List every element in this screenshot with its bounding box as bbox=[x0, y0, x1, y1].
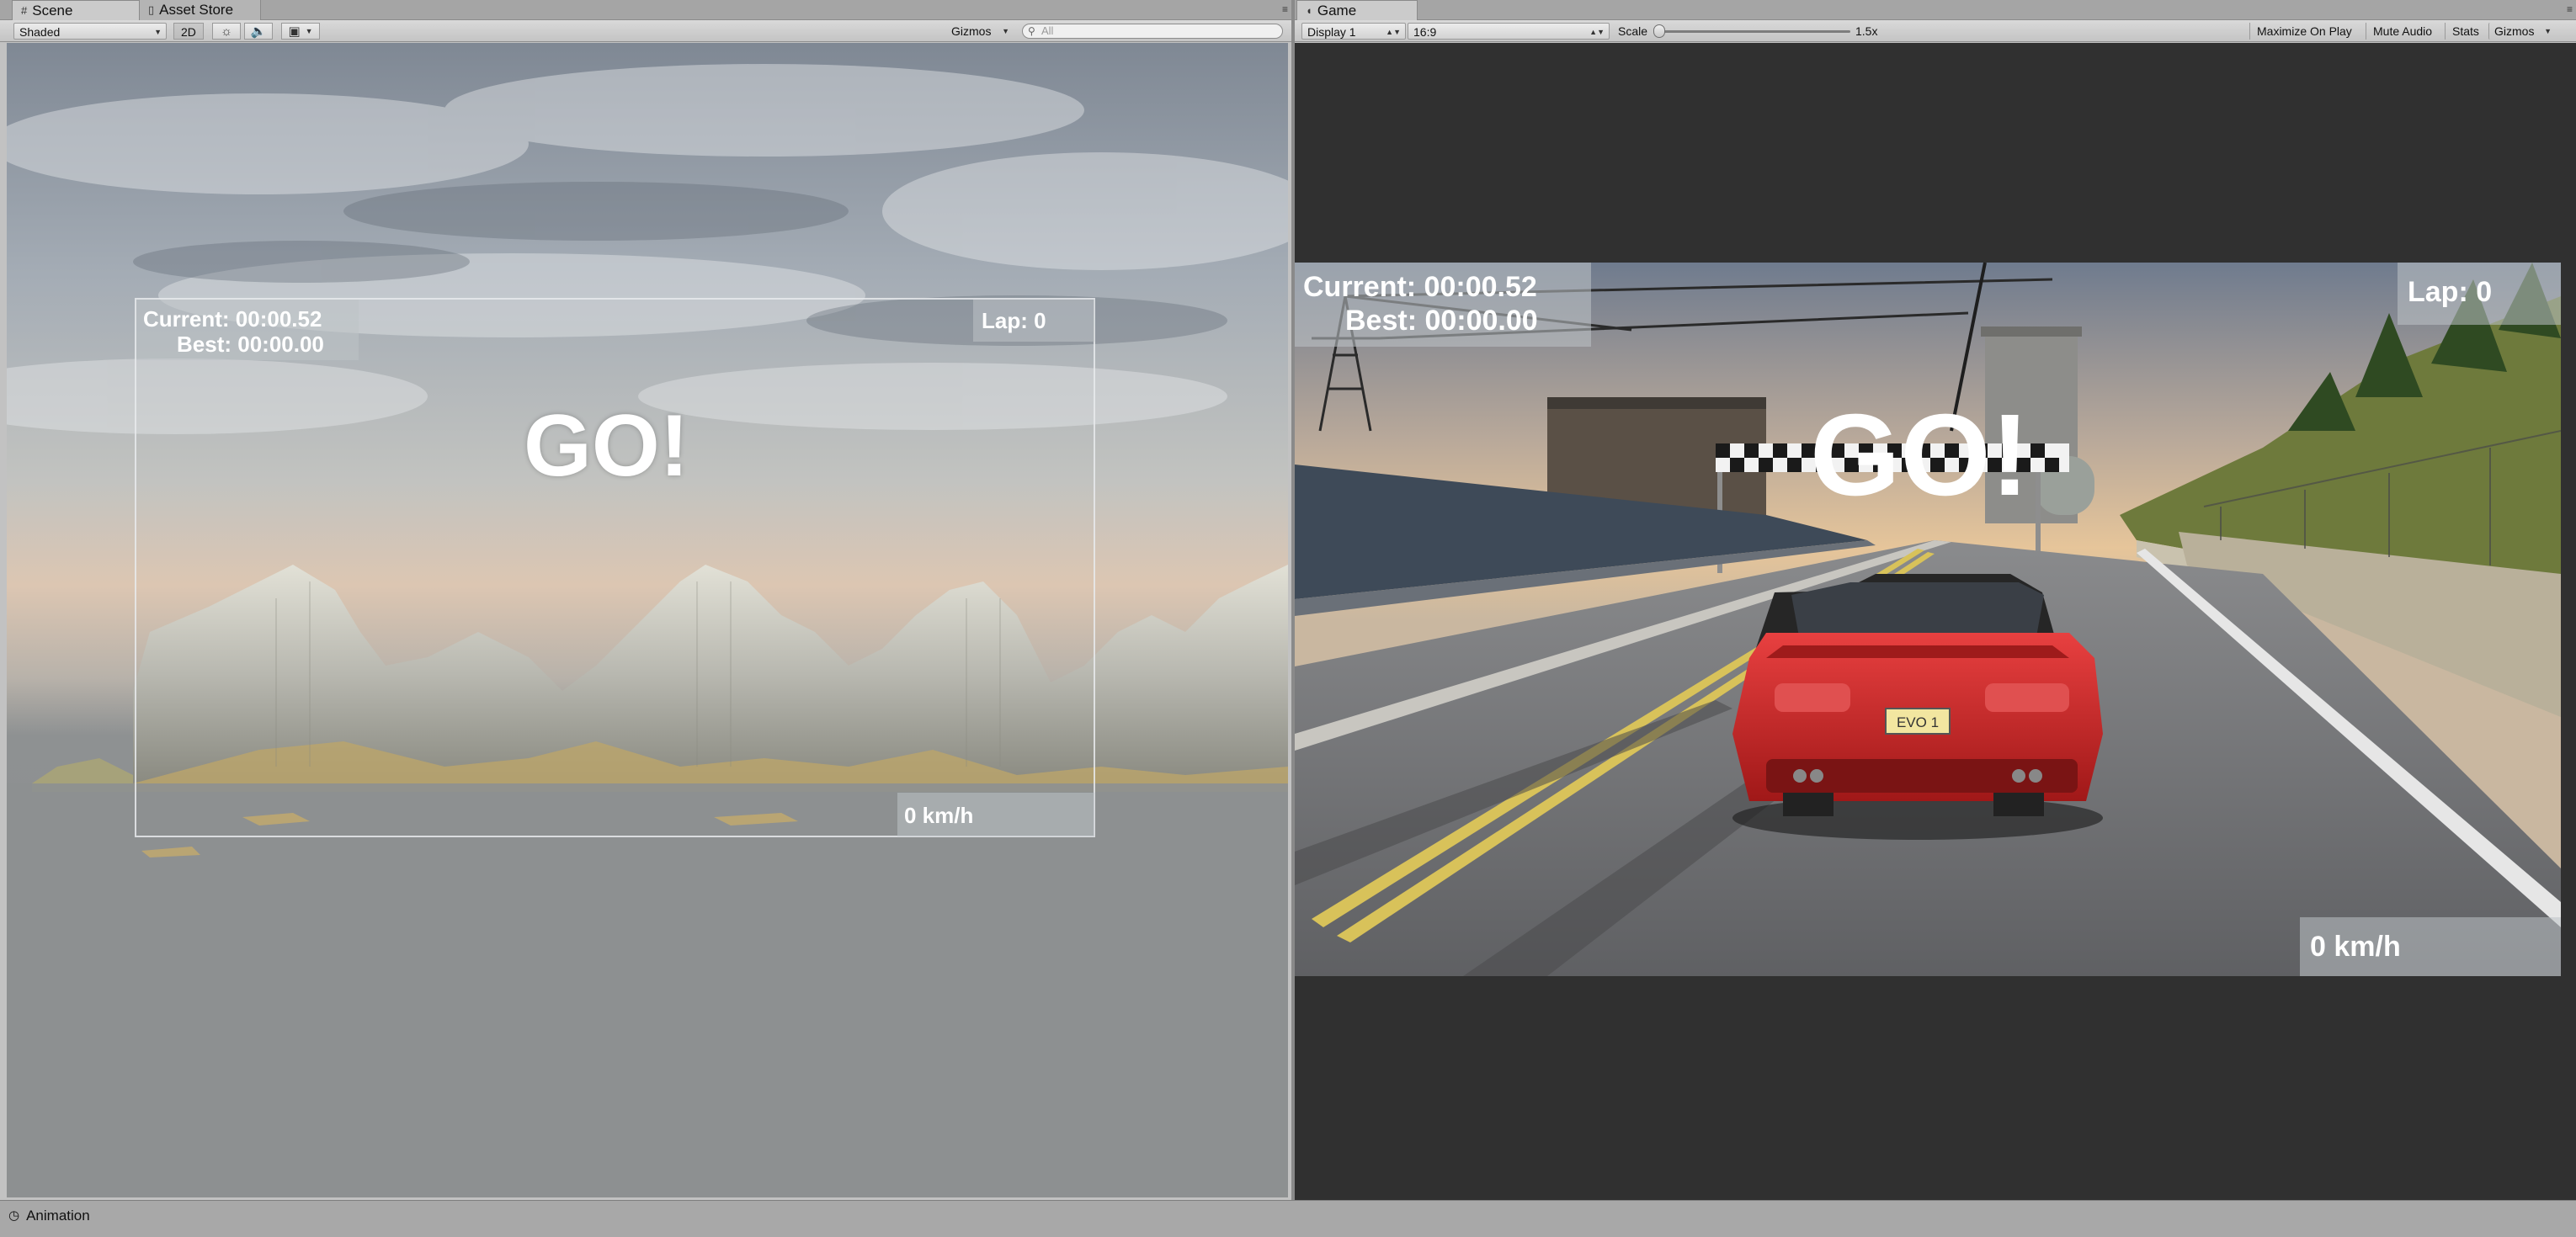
effects-dropdown[interactable]: ▣ ▼ bbox=[281, 23, 320, 40]
red-car: EVO 1 bbox=[1732, 574, 2103, 840]
toggle-2d-button[interactable]: 2D bbox=[173, 23, 204, 40]
tab-game[interactable]: ◖ Game bbox=[1296, 0, 1418, 20]
game-lap-panel: Lap: 0 bbox=[2398, 263, 2561, 325]
scene-speed: 0 km/h bbox=[904, 803, 974, 828]
scene-toolbar: Shaded ▼ 2D ☼ 🔈 ▣ ▼ Gizmos ▼ ⚲ All bbox=[0, 20, 1291, 42]
chevron-down-icon: ▼ bbox=[1002, 27, 1009, 35]
scene-gizmos-label: Gizmos bbox=[951, 24, 992, 38]
game-gizmos-dropdown[interactable]: Gizmos ▼ bbox=[2488, 23, 2556, 40]
scene-go-text: GO! bbox=[524, 397, 689, 495]
panel-menu-icon[interactable]: ≡ bbox=[1282, 3, 1288, 15]
game-gizmos-label: Gizmos bbox=[2494, 24, 2535, 38]
pacman-icon: ◖ bbox=[1306, 3, 1312, 17]
maximize-on-play-toggle[interactable]: Maximize On Play bbox=[2249, 23, 2364, 40]
chevron-down-icon: ▲▼ bbox=[1589, 28, 1605, 36]
game-panel: ◖ Game ≡ Display 1 ▲▼ 16:9 ▲▼ Scale 1.5x… bbox=[1295, 0, 2576, 1200]
hash-icon: # bbox=[21, 3, 28, 17]
game-render-frame[interactable]: EVO 1 Current: 00:00.52 Best: 00:00.00 L… bbox=[1295, 263, 2561, 976]
search-placeholder: All bbox=[1041, 24, 1054, 37]
maximize-label: Maximize On Play bbox=[2257, 24, 2352, 38]
bottom-dock: ◷ Animation bbox=[0, 1200, 2576, 1237]
aspect-value: 16:9 bbox=[1413, 25, 1437, 39]
game-speed-panel: 0 km/h bbox=[2300, 917, 2561, 976]
game-toolbar: Display 1 ▲▼ 16:9 ▲▼ Scale 1.5x Maximize… bbox=[1295, 20, 2576, 42]
mute-label: Mute Audio bbox=[2373, 24, 2433, 38]
stats-toggle[interactable]: Stats bbox=[2445, 23, 2487, 40]
scene-lap-panel: Lap: 0 bbox=[973, 300, 1094, 342]
scene-time-panel: Current: 00:00.52 Best: 00:00.00 bbox=[136, 300, 359, 360]
draw-mode-value: Shaded bbox=[19, 25, 61, 39]
tab-animation-label: Animation bbox=[26, 1208, 90, 1224]
game-lap: Lap: 0 bbox=[2408, 276, 2493, 308]
scene-viewport[interactable]: Current: 00:00.52 Best: 00:00.00 Lap: 0 … bbox=[7, 43, 1288, 1197]
scene-gizmos-dropdown[interactable]: Gizmos ▼ bbox=[946, 23, 1014, 40]
panel-menu-icon[interactable]: ≡ bbox=[2567, 3, 2573, 15]
display-dropdown[interactable]: Display 1 ▲▼ bbox=[1301, 23, 1406, 40]
scale-label: Scale bbox=[1618, 24, 1648, 38]
tab-game-label: Game bbox=[1317, 2, 1357, 19]
chevron-down-icon: ▼ bbox=[2544, 27, 2552, 35]
scene-tabbar: # Scene ▯ Asset Store ≡ bbox=[0, 0, 1291, 20]
scene-search-input[interactable]: ⚲ All bbox=[1022, 24, 1283, 39]
scene-best-time: Best: 00:00.00 bbox=[177, 332, 324, 357]
display-value: Display 1 bbox=[1307, 25, 1356, 39]
scene-panel: # Scene ▯ Asset Store ≡ Shaded ▼ 2D ☼ 🔈 bbox=[0, 0, 1291, 1200]
draw-mode-dropdown[interactable]: Shaded ▼ bbox=[13, 23, 167, 40]
tab-asset-store[interactable]: ▯ Asset Store bbox=[140, 0, 261, 20]
game-viewport[interactable]: EVO 1 Current: 00:00.52 Best: 00:00.00 L… bbox=[1295, 43, 2576, 1200]
toggle-2d-label: 2D bbox=[181, 25, 196, 39]
scale-slider-track[interactable] bbox=[1658, 30, 1850, 33]
game-tabbar: ◖ Game ≡ bbox=[1295, 0, 2576, 20]
lighting-toggle-button[interactable]: ☼ bbox=[212, 23, 241, 40]
chevron-down-icon: ▼ bbox=[154, 28, 162, 36]
sun-icon: ☼ bbox=[221, 24, 232, 39]
game-best-time: Best: 00:00.00 bbox=[1345, 305, 1538, 337]
tab-animation[interactable]: ◷ Animation bbox=[8, 1206, 90, 1226]
image-icon: ▣ bbox=[288, 24, 301, 39]
speaker-icon: 🔈 bbox=[250, 24, 267, 39]
game-speed: 0 km/h bbox=[2310, 931, 2401, 963]
tab-asset-store-label: Asset Store bbox=[159, 2, 234, 18]
chevron-down-icon: ▼ bbox=[305, 27, 313, 35]
tab-scene[interactable]: # Scene bbox=[12, 0, 140, 20]
game-current-time: Current: 00:00.52 bbox=[1303, 271, 1537, 303]
race-scene-render: EVO 1 bbox=[1295, 263, 2561, 976]
shopping-bag-icon: ▯ bbox=[148, 3, 155, 16]
unity-editor: # Scene ▯ Asset Store ≡ Shaded ▼ 2D ☼ 🔈 bbox=[0, 0, 2576, 1237]
scene-current-time: Current: 00:00.52 bbox=[143, 306, 322, 332]
license-plate-text: EVO 1 bbox=[1897, 714, 1939, 730]
chevron-down-icon: ▲▼ bbox=[1386, 28, 1401, 36]
aspect-dropdown[interactable]: 16:9 ▲▼ bbox=[1408, 23, 1610, 40]
tab-scene-label: Scene bbox=[32, 2, 73, 19]
scene-lap: Lap: 0 bbox=[982, 308, 1046, 333]
ui-canvas-bounds bbox=[135, 298, 1095, 837]
scale-slider-thumb[interactable] bbox=[1653, 24, 1665, 38]
scale-value: 1.5x bbox=[1855, 24, 1878, 38]
audio-toggle-button[interactable]: 🔈 bbox=[244, 23, 273, 40]
game-go-text: GO! bbox=[1810, 390, 2030, 520]
scene-speed-panel: 0 km/h bbox=[897, 793, 1094, 836]
clock-icon: ◷ bbox=[8, 1208, 20, 1223]
mute-audio-toggle[interactable]: Mute Audio bbox=[2366, 23, 2443, 40]
game-time-panel: Current: 00:00.52 Best: 00:00.00 bbox=[1295, 263, 1591, 347]
stats-label: Stats bbox=[2452, 24, 2479, 38]
search-icon: ⚲ bbox=[1028, 25, 1035, 37]
